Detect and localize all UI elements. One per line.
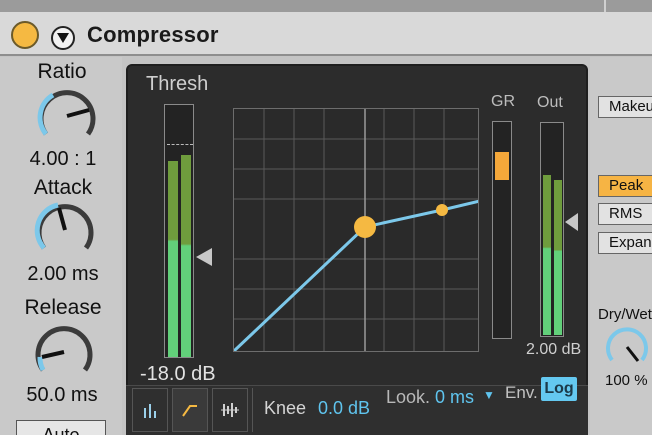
tab-activity-view[interactable] xyxy=(132,388,168,432)
triangle-down-icon xyxy=(57,33,69,43)
tab-curve-view[interactable] xyxy=(172,388,208,432)
device-power-button[interactable] xyxy=(11,21,39,49)
device-header: Compressor xyxy=(0,12,652,92)
output-meter[interactable] xyxy=(540,122,564,337)
attack-value: 2.00 ms xyxy=(27,263,99,285)
waveform-icon xyxy=(221,403,239,417)
drywet-value: 100 % xyxy=(605,372,648,389)
auto-release-button[interactable]: Auto xyxy=(16,420,106,435)
ratio-label: Ratio xyxy=(37,60,87,83)
release-label: Release xyxy=(24,296,102,319)
knee-value[interactable]: 0.0 dB xyxy=(318,398,370,419)
threshold-slider-arrow[interactable] xyxy=(196,248,212,266)
lookahead-dropdown-icon[interactable]: ▼ xyxy=(483,388,495,402)
thresh-value[interactable]: -18.0 dB xyxy=(140,363,216,386)
release-knob[interactable] xyxy=(33,321,95,383)
output-meter-left xyxy=(543,175,551,335)
output-slider-arrow[interactable] xyxy=(565,213,578,231)
threshold-handle[interactable] xyxy=(354,216,376,238)
out-value[interactable]: 2.00 dB xyxy=(526,341,581,359)
compressor-device: Compressor Ratio 4.00 : 1 Attack 2.00 ms… xyxy=(0,0,652,435)
expand-button[interactable]: Expand xyxy=(598,232,652,254)
lookahead-label: Look. xyxy=(386,387,431,407)
output-meter-right xyxy=(554,180,562,335)
out-label: Out xyxy=(537,94,563,111)
device-title: Compressor xyxy=(87,22,219,47)
gr-label: GR xyxy=(491,93,515,110)
transfer-curve-graph[interactable] xyxy=(233,108,479,352)
release-value: 50.0 ms xyxy=(26,384,98,406)
log-envelope-button[interactable]: Log xyxy=(541,377,577,401)
signal-level-dot xyxy=(436,204,448,216)
knee-label: Knee xyxy=(264,398,307,418)
transfer-curve-svg xyxy=(234,109,478,351)
thresh-label: Thresh xyxy=(146,73,209,95)
bar-chart-icon xyxy=(144,404,156,418)
left-knob-panel: Ratio 4.00 : 1 Attack 2.00 ms Release 50… xyxy=(0,57,122,435)
input-meter-left xyxy=(168,161,178,357)
tab-sidechain-view[interactable] xyxy=(212,388,248,432)
fold-button[interactable] xyxy=(51,26,75,50)
curve-icon xyxy=(182,405,197,417)
divider xyxy=(252,388,253,432)
threshold-line xyxy=(167,144,193,145)
attack-knob[interactable] xyxy=(34,199,96,261)
gain-reduction-meter xyxy=(492,121,512,339)
rms-button[interactable]: RMS xyxy=(598,203,652,225)
drywet-label: Dry/Wet xyxy=(598,306,652,323)
makeup-button[interactable]: Makeup xyxy=(598,96,652,118)
lookahead-value[interactable]: 0 ms xyxy=(435,387,474,408)
peak-button[interactable]: Peak xyxy=(598,175,652,197)
ratio-knob[interactable] xyxy=(36,85,98,147)
threshold-meter[interactable] xyxy=(164,104,194,358)
gr-bar xyxy=(495,152,509,180)
input-meter-right xyxy=(181,155,191,357)
envelope-label: Env. xyxy=(505,383,538,402)
drywet-knob[interactable] xyxy=(604,324,650,370)
attack-label: Attack xyxy=(33,176,93,199)
ratio-value: 4.00 : 1 xyxy=(29,148,97,170)
